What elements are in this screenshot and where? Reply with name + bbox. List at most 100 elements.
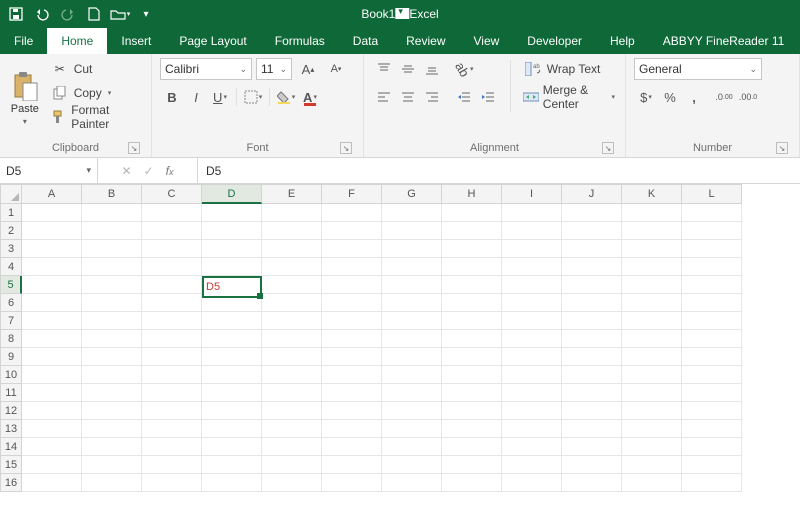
- cell[interactable]: [382, 276, 442, 294]
- cell[interactable]: [202, 438, 262, 456]
- row-header[interactable]: 4: [0, 258, 22, 276]
- cut-button[interactable]: ✂Cut: [48, 58, 143, 80]
- cell[interactable]: [682, 240, 742, 258]
- cell[interactable]: [142, 474, 202, 492]
- cell[interactable]: [502, 366, 562, 384]
- cell[interactable]: [382, 402, 442, 420]
- cell[interactable]: [202, 330, 262, 348]
- cell[interactable]: [82, 474, 142, 492]
- column-header[interactable]: D: [202, 184, 262, 204]
- new-file-icon[interactable]: [82, 2, 106, 26]
- cell[interactable]: [562, 294, 622, 312]
- cell[interactable]: [682, 222, 742, 240]
- cell[interactable]: [562, 204, 622, 222]
- open-folder-icon[interactable]: ▾: [108, 2, 132, 26]
- column-header[interactable]: J: [562, 184, 622, 204]
- cell[interactable]: [622, 438, 682, 456]
- cell[interactable]: [322, 420, 382, 438]
- cell[interactable]: [262, 348, 322, 366]
- tab-developer[interactable]: Developer: [513, 28, 596, 54]
- cell[interactable]: [502, 474, 562, 492]
- cell[interactable]: [262, 222, 322, 240]
- cell[interactable]: [562, 222, 622, 240]
- cell[interactable]: [682, 312, 742, 330]
- cell[interactable]: [382, 204, 442, 222]
- cell[interactable]: [502, 276, 562, 294]
- cell[interactable]: [322, 204, 382, 222]
- row-header[interactable]: 8: [0, 330, 22, 348]
- cell[interactable]: [442, 366, 502, 384]
- row-header[interactable]: 11: [0, 384, 22, 402]
- cell[interactable]: [142, 258, 202, 276]
- cell[interactable]: [82, 402, 142, 420]
- cell[interactable]: [622, 474, 682, 492]
- cell[interactable]: [202, 366, 262, 384]
- cell[interactable]: [82, 348, 142, 366]
- column-header[interactable]: K: [622, 184, 682, 204]
- cell[interactable]: [682, 276, 742, 294]
- cell[interactable]: [682, 402, 742, 420]
- cell[interactable]: [442, 438, 502, 456]
- cell[interactable]: [622, 384, 682, 402]
- cell[interactable]: [142, 366, 202, 384]
- cell[interactable]: [382, 240, 442, 258]
- row-header[interactable]: 9: [0, 348, 22, 366]
- row-header[interactable]: 1: [0, 204, 22, 222]
- cell[interactable]: [82, 294, 142, 312]
- cell[interactable]: [82, 258, 142, 276]
- column-header[interactable]: L: [682, 184, 742, 204]
- cell[interactable]: [262, 204, 322, 222]
- cell[interactable]: [682, 420, 742, 438]
- cell[interactable]: [502, 384, 562, 402]
- cell[interactable]: [382, 312, 442, 330]
- cell[interactable]: [442, 294, 502, 312]
- cell[interactable]: [82, 312, 142, 330]
- cell[interactable]: [262, 384, 322, 402]
- cell[interactable]: [322, 384, 382, 402]
- cell[interactable]: [562, 276, 622, 294]
- fill-color-button[interactable]: ▾: [274, 86, 298, 108]
- cell[interactable]: [502, 204, 562, 222]
- cell[interactable]: [82, 240, 142, 258]
- merge-center-button[interactable]: Merge & Center ▾: [521, 86, 617, 108]
- cell[interactable]: [382, 420, 442, 438]
- decrease-indent-icon[interactable]: [452, 86, 476, 108]
- cell[interactable]: [622, 330, 682, 348]
- font-size-select[interactable]: 11⌄: [256, 58, 292, 80]
- cell[interactable]: [22, 420, 82, 438]
- align-left-icon[interactable]: [372, 86, 396, 108]
- align-middle-icon[interactable]: [396, 58, 420, 80]
- cell[interactable]: [382, 294, 442, 312]
- tab-formulas[interactable]: Formulas: [261, 28, 339, 54]
- cell[interactable]: [682, 330, 742, 348]
- comma-format-icon[interactable]: ,: [682, 86, 706, 108]
- cell[interactable]: [22, 384, 82, 402]
- column-header[interactable]: H: [442, 184, 502, 204]
- cell[interactable]: [142, 204, 202, 222]
- cell[interactable]: [142, 456, 202, 474]
- cell[interactable]: [22, 240, 82, 258]
- cell[interactable]: [622, 312, 682, 330]
- cell[interactable]: [322, 240, 382, 258]
- paste-button[interactable]: Paste ▾: [8, 58, 42, 126]
- row-header[interactable]: 7: [0, 312, 22, 330]
- cell[interactable]: [142, 240, 202, 258]
- cell[interactable]: [82, 330, 142, 348]
- cell[interactable]: [562, 240, 622, 258]
- cell[interactable]: [22, 330, 82, 348]
- cell[interactable]: [562, 330, 622, 348]
- cell[interactable]: [22, 204, 82, 222]
- cell[interactable]: [262, 312, 322, 330]
- cell[interactable]: [22, 348, 82, 366]
- cell[interactable]: [682, 348, 742, 366]
- cell[interactable]: [262, 294, 322, 312]
- cell[interactable]: [322, 474, 382, 492]
- percent-format-icon[interactable]: %: [658, 86, 682, 108]
- cell[interactable]: [682, 456, 742, 474]
- cell[interactable]: [262, 258, 322, 276]
- column-header[interactable]: E: [262, 184, 322, 204]
- column-header[interactable]: A: [22, 184, 82, 204]
- redo-icon[interactable]: [56, 2, 80, 26]
- bold-button[interactable]: B: [160, 86, 184, 108]
- tab-view[interactable]: View: [460, 28, 514, 54]
